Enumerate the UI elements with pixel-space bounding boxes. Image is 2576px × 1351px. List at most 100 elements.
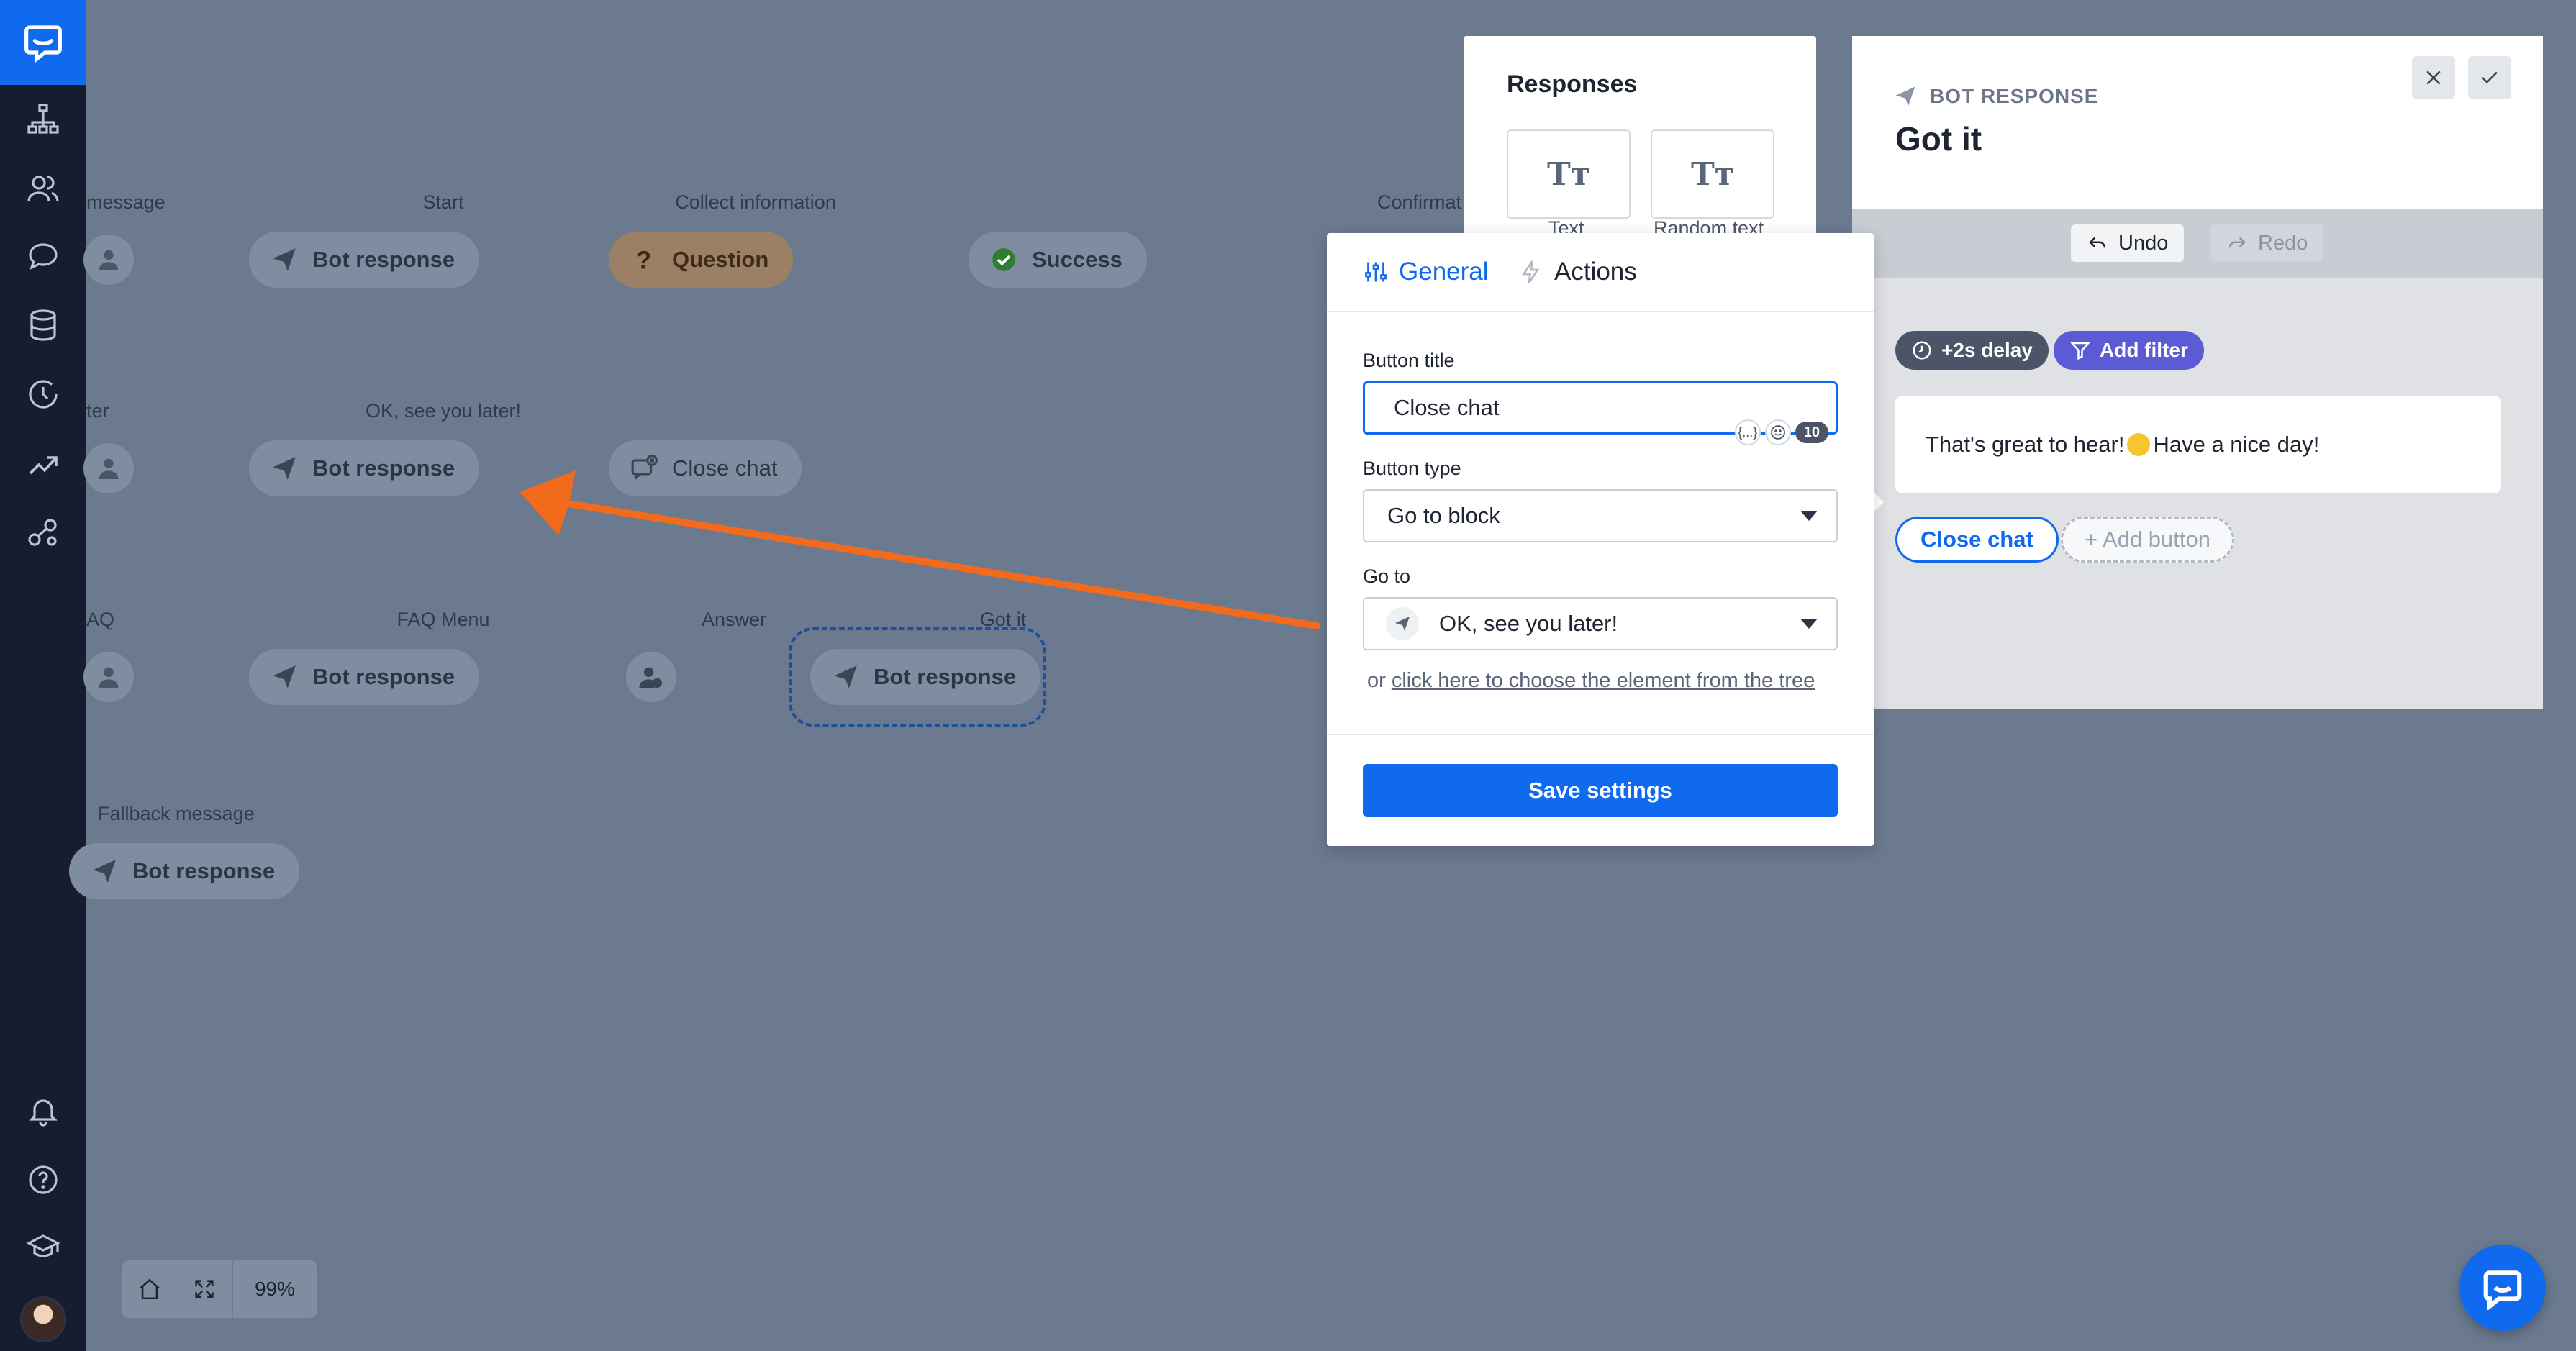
node-bot-response[interactable]: Bot response (249, 440, 480, 496)
question-mark-icon: ? (636, 247, 651, 273)
send-icon (273, 457, 296, 480)
bot-response-kicker: BOT RESPONSE (1894, 85, 2098, 108)
node-success[interactable]: Success (969, 232, 1147, 288)
clock-icon (1913, 341, 1931, 360)
node-label: Collect information (675, 191, 836, 213)
popup-tabs: General Actions (1327, 233, 1874, 312)
responses-title: Responses (1507, 70, 1638, 98)
send-icon (273, 665, 296, 688)
lightning-icon (1521, 260, 1540, 283)
undo-button[interactable]: Undo (2071, 224, 2185, 262)
bot-response-panel: BOT RESPONSE Got it Undo Redo +2s delay … (1852, 36, 2543, 709)
redo-button[interactable]: Redo (2210, 224, 2324, 262)
node-label: OK, see you later! (365, 400, 522, 422)
input-tools: {...} 10 (1734, 419, 1828, 445)
node-bot-response[interactable]: Bot response (249, 232, 480, 288)
add-filter-button[interactable]: Add filter (2054, 331, 2204, 370)
node-label: AQ (86, 609, 115, 630)
confirm-panel-button[interactable] (2468, 56, 2511, 99)
send-icon (1386, 607, 1419, 640)
stories-tree-icon[interactable] (22, 98, 65, 141)
user-node-icon[interactable] (83, 235, 134, 285)
choose-from-tree-hint: or click here to choose the element from… (1367, 669, 1815, 692)
chevron-down-icon (1800, 511, 1818, 521)
undo-icon (2089, 237, 2106, 248)
send-icon (273, 248, 296, 271)
database-icon[interactable] (22, 304, 65, 347)
send-icon (834, 665, 857, 688)
popup-divider (1327, 734, 1874, 735)
save-settings-button[interactable]: Save settings (1363, 764, 1838, 817)
button-type-select[interactable]: Go to block (1363, 489, 1838, 542)
integrations-icon[interactable] (22, 511, 65, 554)
delay-tag[interactable]: +2s delay (1895, 331, 2049, 370)
user-node-icon[interactable] (83, 443, 134, 493)
users-icon[interactable] (22, 167, 65, 210)
redo-icon (2228, 237, 2246, 248)
variable-token-button[interactable]: {...} (1734, 419, 1761, 445)
text-response-card[interactable]: Tт (1507, 129, 1631, 219)
emoji-picker-icon[interactable] (1764, 419, 1791, 445)
button-settings-popup: General Actions Button title Close chat … (1327, 233, 1874, 846)
node-question[interactable]: ? Question (609, 232, 794, 288)
button-title-label: Button title (1363, 350, 1455, 371)
node-label: Confirmat (1377, 191, 1462, 213)
send-icon (93, 860, 116, 883)
node-label: message (86, 191, 165, 213)
message-text-box[interactable]: That's great to hear! Have a nice day! (1895, 396, 2501, 493)
close-chat-icon (631, 455, 658, 480)
history-icon[interactable] (22, 373, 65, 416)
close-icon (2426, 70, 2441, 85)
goto-label: Go to (1363, 565, 1411, 587)
text-type-icon: Tт (1546, 155, 1590, 193)
add-button[interactable]: + Add button (2061, 517, 2234, 563)
send-icon (1895, 86, 1915, 106)
node-label: FAQ Menu (396, 609, 490, 630)
filter-icon (2069, 342, 2091, 360)
user-node-icon[interactable] (83, 652, 134, 702)
node-bot-response[interactable]: Bot response (69, 843, 300, 899)
zoom-level[interactable]: 99% (232, 1260, 317, 1318)
answer-user-icon[interactable] (626, 652, 676, 702)
random-text-response-card[interactable]: Tт (1651, 129, 1774, 219)
close-panel-button[interactable] (2412, 56, 2455, 99)
zoom-controls: 99% (122, 1260, 317, 1318)
node-close-chat[interactable]: Close chat (609, 440, 802, 496)
sliders-icon (1365, 262, 1387, 282)
help-icon[interactable] (22, 1158, 65, 1201)
button-type-label: Button type (1363, 458, 1461, 479)
random-text-type-icon: Tт (1690, 155, 1734, 193)
undo-redo-bar: Undo Redo (1852, 209, 2543, 278)
tab-general[interactable]: General (1363, 258, 1489, 286)
node-label: Fallback message (98, 803, 255, 824)
chat-bubble-icon[interactable] (22, 235, 65, 278)
svg-text:?: ? (636, 247, 651, 273)
tab-actions[interactable]: Actions (1518, 258, 1637, 286)
chat-icon (2483, 1270, 2522, 1310)
node-bot-response[interactable]: Bot response (249, 649, 480, 705)
choose-from-tree-link[interactable]: click here to choose the element from th… (1392, 669, 1815, 692)
fit-screen-icon[interactable] (177, 1260, 232, 1318)
academy-icon[interactable] (22, 1226, 65, 1269)
check-icon (2482, 71, 2498, 84)
chevron-down-icon (1800, 619, 1818, 629)
node-label: Start (422, 191, 464, 213)
chat-launcher-button[interactable] (2459, 1245, 2546, 1331)
character-counter: 10 (1795, 422, 1828, 443)
smiley-emoji-icon (2127, 433, 2151, 456)
node-label: ter (86, 400, 109, 422)
goto-select[interactable]: OK, see you later! (1363, 597, 1838, 650)
home-icon[interactable] (122, 1260, 177, 1318)
chatbot-logo-icon[interactable] (0, 0, 86, 85)
bot-panel-header: BOT RESPONSE Got it (1852, 36, 2543, 209)
bell-icon[interactable] (22, 1089, 65, 1132)
close-chat-quick-button[interactable]: Close chat (1895, 517, 2059, 563)
bot-response-title[interactable]: Got it (1895, 119, 1982, 158)
check-circle-icon (992, 248, 1015, 271)
button-title-input[interactable]: Close chat {...} 10 (1363, 381, 1838, 445)
analytics-icon[interactable] (22, 442, 65, 485)
responses-panel: Responses Tт Tт Text Random text (1464, 36, 1816, 245)
node-bot-response-selected[interactable]: Bot response (810, 649, 1041, 705)
avatar[interactable] (20, 1296, 66, 1342)
sidebar (0, 0, 86, 1351)
